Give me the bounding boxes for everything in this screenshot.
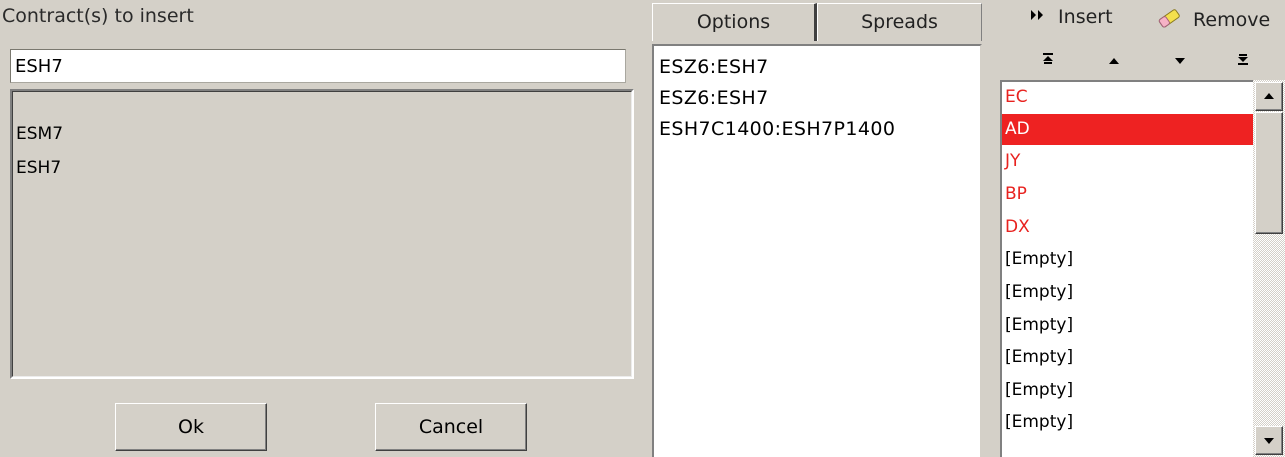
suggestion-list[interactable]: ESM7 ESH7 (10, 89, 634, 379)
market-item-bp[interactable]: BP (1002, 179, 1255, 210)
market-item-jy[interactable]: JY (1002, 146, 1255, 177)
move-up-icon (1107, 51, 1121, 70)
move-to-bottom-button[interactable] (1226, 46, 1260, 76)
scroll-down-button[interactable] (1255, 426, 1283, 455)
double-chevron-right-icon (1030, 6, 1052, 28)
scrollbar-thumb[interactable] (1255, 112, 1283, 234)
move-up-button[interactable] (1097, 46, 1131, 76)
cancel-button[interactable]: Cancel (375, 403, 527, 451)
scroll-down-arrow-icon (1263, 430, 1275, 449)
move-to-top-button[interactable] (1031, 46, 1065, 76)
market-item-ec[interactable]: EC (1002, 82, 1255, 113)
remove-label: Remove (1193, 9, 1271, 31)
scroll-up-arrow-icon (1263, 85, 1275, 104)
suggestion-item[interactable]: ESM7 (16, 124, 63, 144)
tab-spreads[interactable]: Spreads (817, 3, 982, 41)
spread-item[interactable]: ESH7C1400:ESH7P1400 (659, 118, 895, 140)
market-item-empty[interactable]: [Empty] (1002, 375, 1255, 406)
eraser-icon (1155, 9, 1189, 31)
contract-heading: Contract(s) to insert (2, 5, 194, 27)
spreads-list[interactable]: ESZ6:ESH7 ESZ6:ESH7 ESH7C1400:ESH7P1400 (652, 44, 982, 457)
market-item-ad[interactable]: AD (1002, 114, 1255, 145)
spread-item[interactable]: ESZ6:ESH7 (659, 87, 769, 109)
market-item-empty[interactable]: [Empty] (1002, 310, 1255, 341)
contract-input[interactable] (10, 49, 626, 83)
markets-list[interactable]: EC AD JY BP DX [Empty] [Empty] [Empty] [… (1000, 80, 1285, 457)
market-item-empty[interactable]: [Empty] (1002, 342, 1255, 373)
insert-label: Insert (1058, 6, 1113, 28)
market-item-empty[interactable]: [Empty] (1002, 277, 1255, 308)
insert-button[interactable]: Insert (1030, 6, 1113, 28)
move-to-bottom-icon (1236, 51, 1250, 70)
scroll-up-button[interactable] (1255, 82, 1283, 111)
market-item-dx[interactable]: DX (1002, 212, 1255, 243)
ok-button[interactable]: Ok (115, 403, 267, 451)
move-to-top-icon (1041, 51, 1055, 70)
remove-button[interactable]: Remove (1155, 6, 1270, 31)
tab-options[interactable]: Options (652, 3, 817, 41)
move-down-icon (1173, 51, 1187, 70)
markets-scrollbar[interactable] (1253, 80, 1285, 457)
move-down-button[interactable] (1163, 46, 1197, 76)
market-item-empty[interactable]: [Empty] (1002, 407, 1255, 438)
market-item-empty[interactable]: [Empty] (1002, 244, 1255, 275)
suggestion-item[interactable]: ESH7 (16, 158, 61, 178)
spread-item[interactable]: ESZ6:ESH7 (659, 56, 769, 78)
